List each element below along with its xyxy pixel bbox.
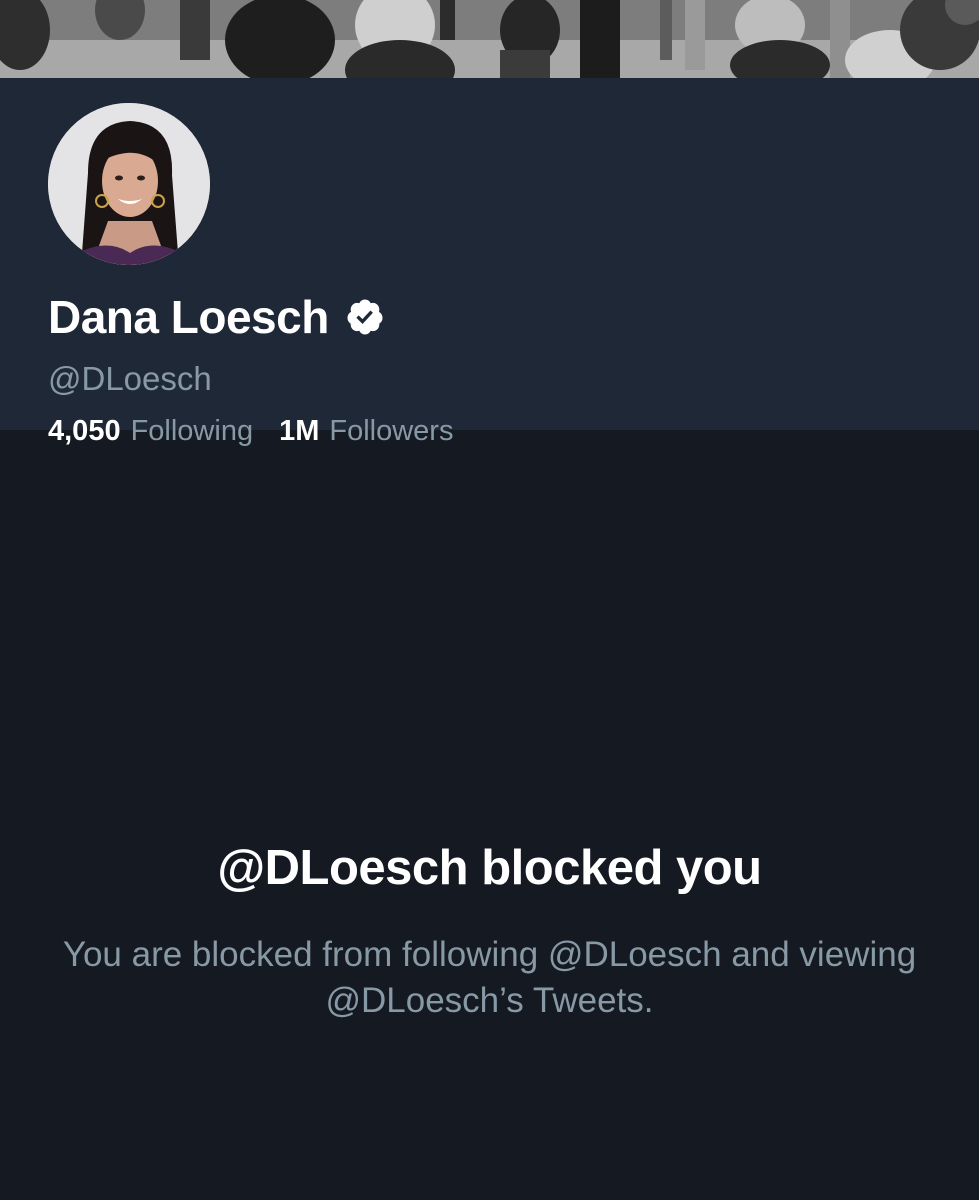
display-name-row: Dana Loesch — [48, 290, 385, 344]
verified-badge-icon — [345, 297, 385, 337]
avatar-image — [48, 103, 210, 265]
profile-handle: @DLoesch — [48, 360, 212, 397]
profile-header: Dana Loesch @DLoesch 4,050 Following 1M … — [0, 78, 979, 447]
display-name: Dana Loesch — [48, 291, 329, 343]
blocked-title: @DLoesch blocked you — [217, 841, 762, 895]
avatar[interactable] — [41, 96, 217, 272]
profile-banner-image[interactable] — [0, 0, 979, 78]
blocked-description: You are blocked from following @DLoesch … — [62, 935, 917, 1020]
blocked-notice: @DLoesch blocked you You are blocked fro… — [0, 430, 979, 1200]
profile-page: Dana Loesch @DLoesch 4,050 Following 1M … — [0, 0, 979, 1200]
